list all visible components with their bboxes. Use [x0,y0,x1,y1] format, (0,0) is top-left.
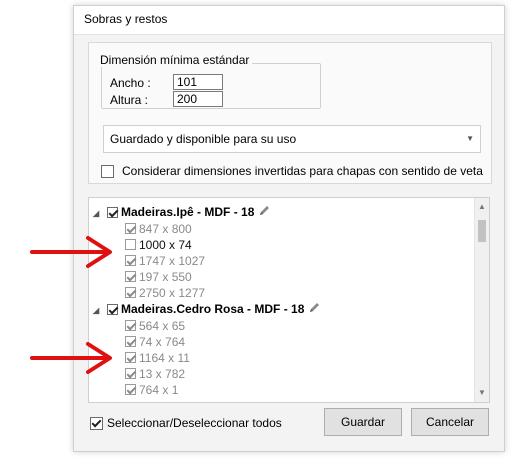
tree-content: ◢ Madeiras.Ipê - MDF - 18 847 x 800 1000 x … [89,204,473,398]
tree-item-row[interactable]: 1000 x 74 [89,237,473,253]
group-checkbox[interactable] [107,206,118,218]
annotation-arrow-icon [30,236,112,268]
tree-item-row[interactable]: 197 x 550 [89,269,473,285]
pencil-icon[interactable] [308,301,321,319]
item-label: 2750 x 1277 [139,286,206,300]
item-label: 197 x 550 [139,270,192,284]
pencil-icon[interactable] [258,204,271,222]
select-all-checkbox[interactable] [90,417,103,431]
tree-item-row[interactable]: 13 x 782 [89,366,473,382]
item-checkbox[interactable] [125,271,136,283]
item-checkbox[interactable] [125,287,136,299]
item-label: 13 x 782 [139,367,186,381]
item-label: 74 x 764 [139,335,186,349]
tree-scrollbar[interactable]: ▲ ▼ [474,198,489,402]
tree-item-row[interactable]: 2750 x 1277 [89,285,473,301]
item-checkbox[interactable] [125,368,136,380]
item-label: 1747 x 1027 [139,254,206,268]
height-input[interactable] [173,91,223,107]
dialog-title: Sobras y restos [74,6,504,35]
leftovers-tree: ◢ Madeiras.Ipê - MDF - 18 847 x 800 1000 x … [88,197,490,403]
width-input[interactable] [173,74,223,90]
consider-inverted-label: Considerar dimensiones invertidas para c… [122,164,483,178]
scroll-thumb[interactable] [478,220,486,242]
item-label: 764 x 1 [139,383,179,397]
status-select[interactable]: Guardado y disponible para su uso ▼ [103,125,481,153]
height-label: Altura : [110,93,149,107]
tree-item-row[interactable]: 1747 x 1027 [89,253,473,269]
item-label: 1164 x 11 [139,351,190,365]
min-dimension-legend: Dimensión mínima estándar [97,53,253,67]
item-checkbox[interactable] [125,223,136,235]
cancel-button[interactable]: Cancelar [411,408,489,436]
item-checkbox[interactable] [125,352,136,364]
item-checkbox[interactable] [125,384,136,396]
save-button[interactable]: Guardar [324,408,402,436]
select-all-label: Seleccionar/Deseleccionar todos [107,416,282,430]
settings-panel: Ancho : Altura : Dimensión mínima estánd… [88,42,492,184]
status-select-value: Guardado y disponible para su uso [110,132,297,146]
consider-inverted-option[interactable]: Considerar dimensiones invertidas para c… [101,164,483,179]
item-label: 1000 x 74 [139,238,192,252]
tree-item-row[interactable]: 74 x 764 [89,334,473,350]
item-checkbox[interactable] [125,255,136,267]
annotation-arrow-icon [30,342,112,374]
scroll-down-arrow-icon[interactable]: ▼ [475,386,489,400]
triangle-down-icon[interactable]: ◢ [93,205,107,222]
tree-item-row[interactable]: 564 x 65 [89,318,473,334]
item-checkbox[interactable] [125,239,136,251]
triangle-down-icon[interactable]: ◢ [93,302,107,319]
tree-group-row[interactable]: ◢ Madeiras.Cedro Rosa - MDF - 18 [89,301,473,318]
item-label: 564 x 65 [139,319,186,333]
group-label: Madeiras.Ipê - MDF - 18 [121,205,255,220]
tree-item-row[interactable]: 847 x 800 [89,221,473,237]
item-label: 847 x 800 [139,222,192,236]
tree-item-row[interactable]: 764 x 1 [89,382,473,398]
chevron-down-icon: ▼ [466,134,474,143]
item-checkbox[interactable] [125,336,136,348]
group-label: Madeiras.Cedro Rosa - MDF - 18 [121,302,305,317]
consider-inverted-checkbox[interactable] [101,165,114,179]
item-checkbox[interactable] [125,320,136,332]
min-dimension-group: Ancho : Altura : [101,63,321,109]
tree-group-row[interactable]: ◢ Madeiras.Ipê - MDF - 18 [89,204,473,221]
tree-item-row[interactable]: 1164 x 11 [89,350,473,366]
width-label: Ancho : [110,76,151,90]
select-all-option[interactable]: Seleccionar/Deseleccionar todos [90,416,282,431]
group-checkbox[interactable] [107,303,118,315]
leftovers-dialog: Sobras y restos Ancho : Altura : Dimensi… [73,5,505,452]
scroll-up-arrow-icon[interactable]: ▲ [475,200,489,214]
